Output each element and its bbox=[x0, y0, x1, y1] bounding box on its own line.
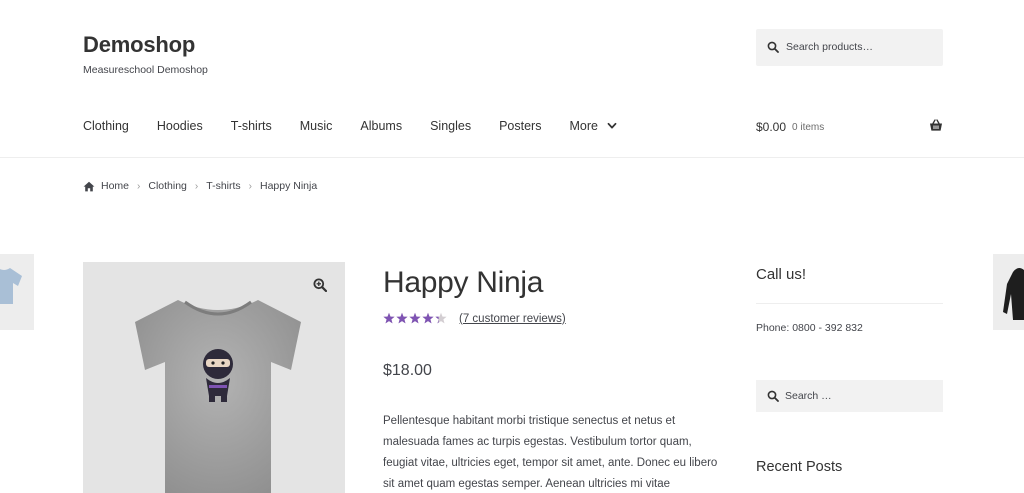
widget-divider bbox=[756, 303, 943, 304]
breadcrumb-separator: › bbox=[248, 180, 252, 192]
header-search-placeholder: Search products… bbox=[786, 41, 873, 53]
tshirt-thumbnail-image bbox=[0, 268, 22, 304]
breadcrumb-home[interactable]: Home bbox=[101, 180, 129, 192]
customer-reviews-link[interactable]: (7 customer reviews) bbox=[459, 313, 566, 325]
widget-title-call-us: Call us! bbox=[756, 266, 807, 283]
nav-item-posters[interactable]: Posters bbox=[499, 119, 541, 133]
breadcrumb-current: Happy Ninja bbox=[260, 180, 318, 192]
nav-item-more-label: More bbox=[569, 119, 598, 133]
basket-icon[interactable] bbox=[929, 119, 943, 132]
product-rating: (7 customer reviews) bbox=[383, 312, 566, 325]
product-price: $18.00 bbox=[383, 362, 432, 379]
next-product-thumbnail[interactable] bbox=[993, 254, 1024, 330]
sidebar-search-placeholder: Search … bbox=[785, 390, 832, 402]
breadcrumb-tshirts[interactable]: T-shirts bbox=[206, 180, 240, 192]
cart-amount: $0.00 bbox=[756, 120, 787, 134]
nav-item-hoodies[interactable]: Hoodies bbox=[157, 119, 203, 133]
widget-title-recent-posts: Recent Posts bbox=[756, 459, 843, 475]
header-cart[interactable]: $0.00 0 items bbox=[756, 119, 943, 134]
nav-item-music[interactable]: Music bbox=[300, 119, 333, 133]
cart-count: 0 items bbox=[792, 121, 825, 133]
site-title[interactable]: Demoshop bbox=[83, 32, 195, 58]
header-divider bbox=[0, 157, 1024, 158]
previous-product-thumbnail[interactable] bbox=[0, 254, 34, 330]
product-title: Happy Ninja bbox=[383, 266, 544, 299]
home-icon bbox=[83, 181, 95, 191]
search-icon bbox=[767, 41, 779, 53]
hoodie-thumbnail-image bbox=[1003, 268, 1024, 320]
search-icon bbox=[767, 390, 779, 402]
product-short-description: Pellentesque habitant morbi tristique se… bbox=[383, 415, 718, 490]
nav-item-singles[interactable]: Singles bbox=[430, 119, 471, 133]
nav-item-albums[interactable]: Albums bbox=[360, 119, 402, 133]
nav-item-more[interactable]: More bbox=[569, 119, 617, 133]
site-description: Measureschool Demoshop bbox=[83, 64, 208, 76]
zoom-icon[interactable] bbox=[313, 278, 327, 292]
breadcrumb-clothing[interactable]: Clothing bbox=[148, 180, 187, 192]
header-search-input[interactable]: Search products… bbox=[756, 29, 943, 66]
product-image-gallery[interactable] bbox=[83, 262, 345, 493]
product-tshirt-image bbox=[135, 300, 301, 493]
breadcrumb-separator: › bbox=[194, 180, 199, 192]
star-rating-icon bbox=[383, 312, 447, 324]
chevron-down-icon bbox=[607, 122, 617, 129]
breadcrumb-separator: › bbox=[137, 180, 141, 192]
breadcrumb: Home › Clothing › T-shirts › Happy Ninja bbox=[83, 180, 317, 192]
nav-item-clothing[interactable]: Clothing bbox=[83, 119, 129, 133]
phone-number: Phone: 0800 - 392 832 bbox=[756, 322, 863, 334]
primary-navigation: Clothing Hoodies T-shirts Music Albums S… bbox=[83, 119, 645, 133]
sidebar-search-input[interactable]: Search … bbox=[756, 380, 943, 412]
nav-item-tshirts[interactable]: T-shirts bbox=[231, 119, 272, 133]
